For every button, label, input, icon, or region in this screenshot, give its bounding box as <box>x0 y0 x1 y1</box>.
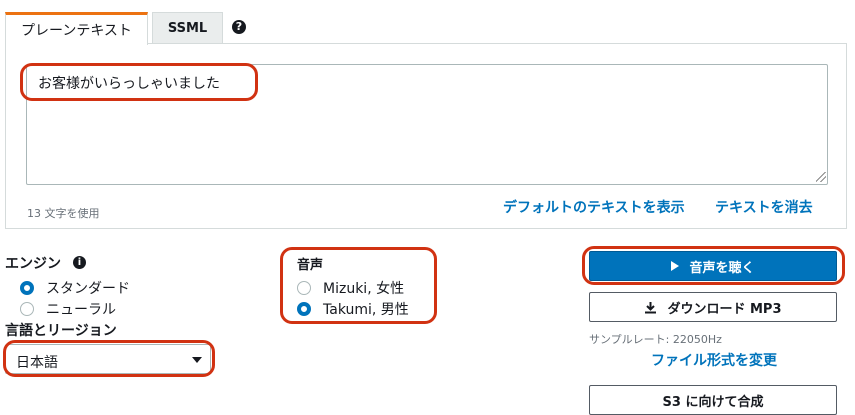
show-default-text-link[interactable]: デフォルトのテキストを表示 <box>503 197 685 217</box>
help-icon[interactable]: ? <box>232 20 246 34</box>
engine-option-label: ニューラル <box>46 302 116 318</box>
synthesize-s3-button[interactable]: S3 に向けて合成 <box>589 385 837 415</box>
voice-option-takumi[interactable]: Takumi, 男性 <box>297 299 409 319</box>
tab-ssml[interactable]: SSML <box>152 12 223 44</box>
radio-checked-icon[interactable] <box>297 302 311 316</box>
language-select-value: 日本語 <box>16 355 58 371</box>
text-input-value: お客様がいらっしゃいました <box>38 76 220 92</box>
download-mp3-button[interactable]: ダウンロード MP3 <box>589 292 837 322</box>
play-icon <box>671 261 680 271</box>
resize-grip-icon[interactable] <box>816 172 826 182</box>
char-count: 13 文字を使用 <box>27 207 100 220</box>
engine-option-standard[interactable]: スタンダード <box>20 278 130 298</box>
info-icon[interactable]: i <box>73 256 86 269</box>
clear-text-link[interactable]: テキストを消去 <box>715 197 813 217</box>
listen-button[interactable]: 音声を聴く <box>589 251 837 281</box>
engine-option-label: スタンダード <box>46 281 130 297</box>
voice-option-label: Mizuki, 女性 <box>323 281 405 297</box>
engine-option-neural[interactable]: ニューラル <box>20 299 116 319</box>
download-icon <box>645 301 657 313</box>
voice-option-mizuki[interactable]: Mizuki, 女性 <box>297 278 404 298</box>
tab-plain-text-label: プレーンテキスト <box>21 23 132 39</box>
sample-rate: サンプルレート: 22050Hz <box>589 333 722 346</box>
radio-unchecked-icon[interactable] <box>20 302 34 316</box>
radio-checked-icon[interactable] <box>20 281 34 295</box>
radio-unchecked-icon[interactable] <box>297 281 311 295</box>
chevron-down-icon <box>192 357 202 363</box>
engine-label: エンジン <box>5 256 61 272</box>
voice-option-label: Takumi, 男性 <box>323 302 409 318</box>
tab-plain-text[interactable]: プレーンテキスト <box>5 12 148 45</box>
change-format-link[interactable]: ファイル形式を変更 <box>651 350 777 370</box>
voice-label: 音声 <box>297 258 324 273</box>
tab-ssml-label: SSML <box>167 20 208 36</box>
listen-button-label: 音声を聴く <box>689 260 755 276</box>
download-button-label: ダウンロード MP3 <box>667 301 782 317</box>
region-label: 言語とリージョン <box>5 323 117 339</box>
